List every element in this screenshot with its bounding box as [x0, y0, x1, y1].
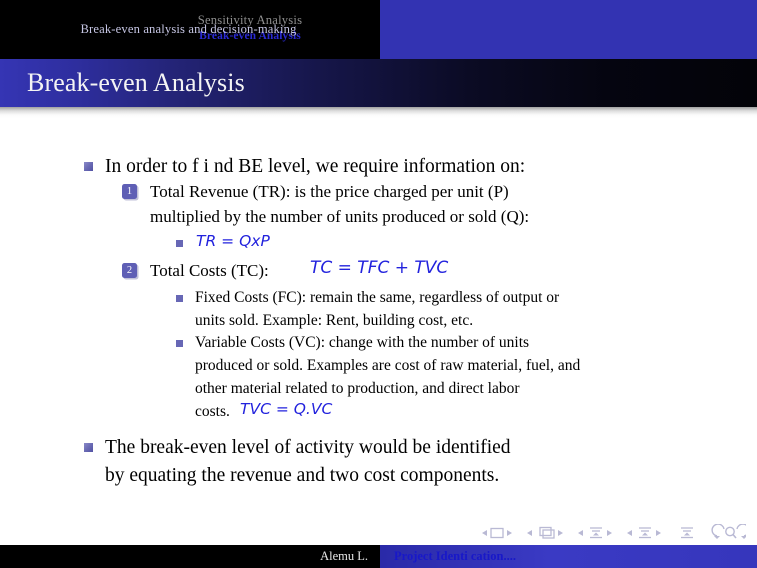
- enum-marker-2: 2: [122, 263, 137, 278]
- go-forward-icon: [736, 524, 746, 537]
- slide-prev-arrow-icon: [482, 530, 487, 536]
- variable-costs-line4-prefix: costs.: [195, 403, 230, 420]
- footer-document-title: Project Identi cation....: [394, 549, 516, 563]
- beamer-footer-bar: Alemu L. Project Identi cation....: [0, 545, 757, 568]
- bullet-marker-level1: [84, 162, 93, 171]
- slide-title-bar: Break-even Analysis: [0, 59, 757, 107]
- subsection-prev-arrow-icon: [578, 530, 583, 536]
- frame-next-arrow-icon: [558, 530, 563, 536]
- search-handle-icon: [732, 533, 737, 539]
- enum-1-line2: multiplied by the number of units produc…: [150, 207, 530, 226]
- bullet-marker-fixed-costs: [176, 295, 183, 302]
- formula-total-variable-cost: TVC = Q.VC: [240, 400, 333, 418]
- bullet-2-line1: The break-even level of activity would b…: [105, 437, 511, 458]
- fixed-costs-line2: units sold. Example: Rent, building cost…: [195, 312, 474, 329]
- fixed-costs-line1: Fixed Costs (FC): remain the same, regar…: [195, 289, 560, 306]
- slide-icon: [490, 527, 504, 539]
- footer-author: Alemu L.: [320, 549, 368, 563]
- enum-marker-1: 1: [122, 184, 137, 199]
- enum-1-line1: Total Revenue (TR): is the price charged…: [150, 182, 509, 201]
- subsection-next-arrow-icon: [607, 530, 612, 536]
- bullet-1-text: In order to f i nd BE level, we require …: [105, 156, 526, 177]
- section-icon: [639, 527, 651, 539]
- frame-icon: [539, 526, 555, 539]
- go-back-arrowhead-icon: [714, 536, 720, 539]
- title-bar-shadow: [0, 107, 757, 118]
- slide-next-arrow-icon: [507, 530, 512, 536]
- variable-costs-line2: produced or sold. Examples are cost of r…: [195, 357, 581, 374]
- footer-right-panel: Project Identi cation....: [380, 545, 757, 568]
- subsection-icon: [590, 527, 602, 539]
- beamer-navigation-symbols[interactable]: [478, 524, 746, 542]
- header-current-subsection-panel[interactable]: [380, 0, 757, 59]
- frame-prev-arrow-icon: [527, 530, 532, 536]
- nav-current-subsection-title: Break-even analysis and decision-making: [80, 22, 297, 36]
- bullet-marker-variable-costs: [176, 340, 183, 347]
- beamer-header-navigation-bar: Sensitivity Analysis Break-even Analysis…: [0, 0, 757, 59]
- bullet-marker-level1-second: [84, 443, 93, 452]
- variable-costs-line1: Variable Costs (VC): change with the num…: [195, 334, 530, 351]
- section-next-arrow-icon: [656, 530, 661, 536]
- section-prev-arrow-icon: [627, 530, 632, 536]
- variable-costs-line3: other material related to production, an…: [195, 380, 520, 397]
- bullet-2-line2: by equating the revenue and two cost com…: [105, 465, 500, 486]
- go-back-icon: [711, 524, 725, 537]
- formula-total-revenue: TR = QxP: [196, 232, 270, 250]
- enum-2-label: Total Costs (TC):: [150, 261, 269, 280]
- footer-left-panel: Alemu L.: [0, 545, 380, 568]
- search-icon: [725, 526, 735, 537]
- slide-content-area: In order to f i nd BE level, we require …: [0, 118, 757, 518]
- go-forward-arrowhead-icon: [741, 536, 746, 539]
- bullet-marker-level3-tr: [176, 240, 183, 247]
- formula-total-costs: TC = TFC + TVC: [310, 258, 449, 278]
- page-title: Break-even Analysis: [27, 68, 245, 97]
- document-navigation-icon: [681, 527, 693, 539]
